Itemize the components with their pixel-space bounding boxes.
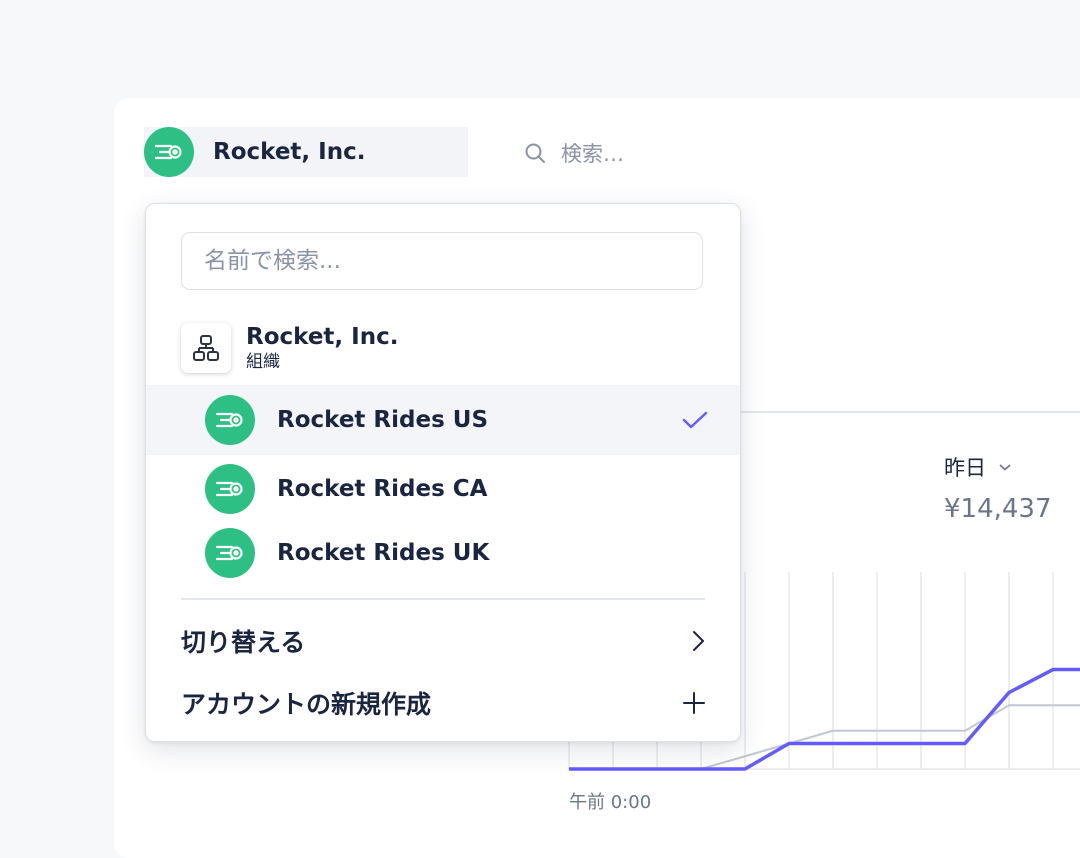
organization-icon xyxy=(181,323,231,373)
plus-icon xyxy=(683,692,705,714)
global-search-placeholder: 検索… xyxy=(561,142,624,166)
search-icon xyxy=(525,143,545,163)
create-account-item[interactable]: アカウントの新規作成 xyxy=(181,681,705,725)
create-account-label: アカウントの新規作成 xyxy=(181,690,432,719)
account-item-rocket-rides-uk[interactable]: Rocket Rides UK xyxy=(146,518,740,588)
period-label: 昨日 xyxy=(944,456,986,480)
period-selector[interactable]: 昨日 xyxy=(944,452,1012,482)
account-item-rocket-rides-ca[interactable]: Rocket Rides CA xyxy=(146,454,740,524)
switch-account-item[interactable]: 切り替える xyxy=(181,619,705,663)
rocket-logo-icon xyxy=(144,127,194,177)
section-divider xyxy=(740,411,1080,413)
chevron-down-icon xyxy=(999,464,1011,471)
account-item-label: Rocket Rides CA xyxy=(277,476,488,502)
organization-type: 組織 xyxy=(246,352,280,372)
global-search[interactable]: 検索… xyxy=(524,138,624,168)
organization-item[interactable]: Rocket, Inc. 組織 xyxy=(181,320,701,376)
account-item-rocket-rides-us[interactable]: Rocket Rides US xyxy=(146,385,740,455)
menu-divider xyxy=(181,598,705,600)
switch-account-label: 切り替える xyxy=(181,628,306,657)
current-account-name: Rocket, Inc. xyxy=(213,139,366,165)
rocket-logo-icon xyxy=(205,464,255,514)
rocket-logo-icon xyxy=(205,395,255,445)
period-value: ¥14,437 xyxy=(944,494,1052,524)
account-switcher-button[interactable]: Rocket, Inc. xyxy=(144,127,468,177)
account-item-label: Rocket Rides UK xyxy=(277,540,490,566)
account-switcher-dropdown: Rocket, Inc. 組織 Rocket Rides US xyxy=(145,203,741,742)
account-item-label: Rocket Rides US xyxy=(277,407,489,433)
x-axis-tick-label: 午前 0:00 xyxy=(569,792,652,813)
name-search-input[interactable] xyxy=(181,232,703,290)
organization-name: Rocket, Inc. xyxy=(246,324,399,350)
rocket-logo-icon xyxy=(205,528,255,578)
checkmark-icon xyxy=(682,411,708,429)
chevron-right-icon xyxy=(693,631,704,651)
